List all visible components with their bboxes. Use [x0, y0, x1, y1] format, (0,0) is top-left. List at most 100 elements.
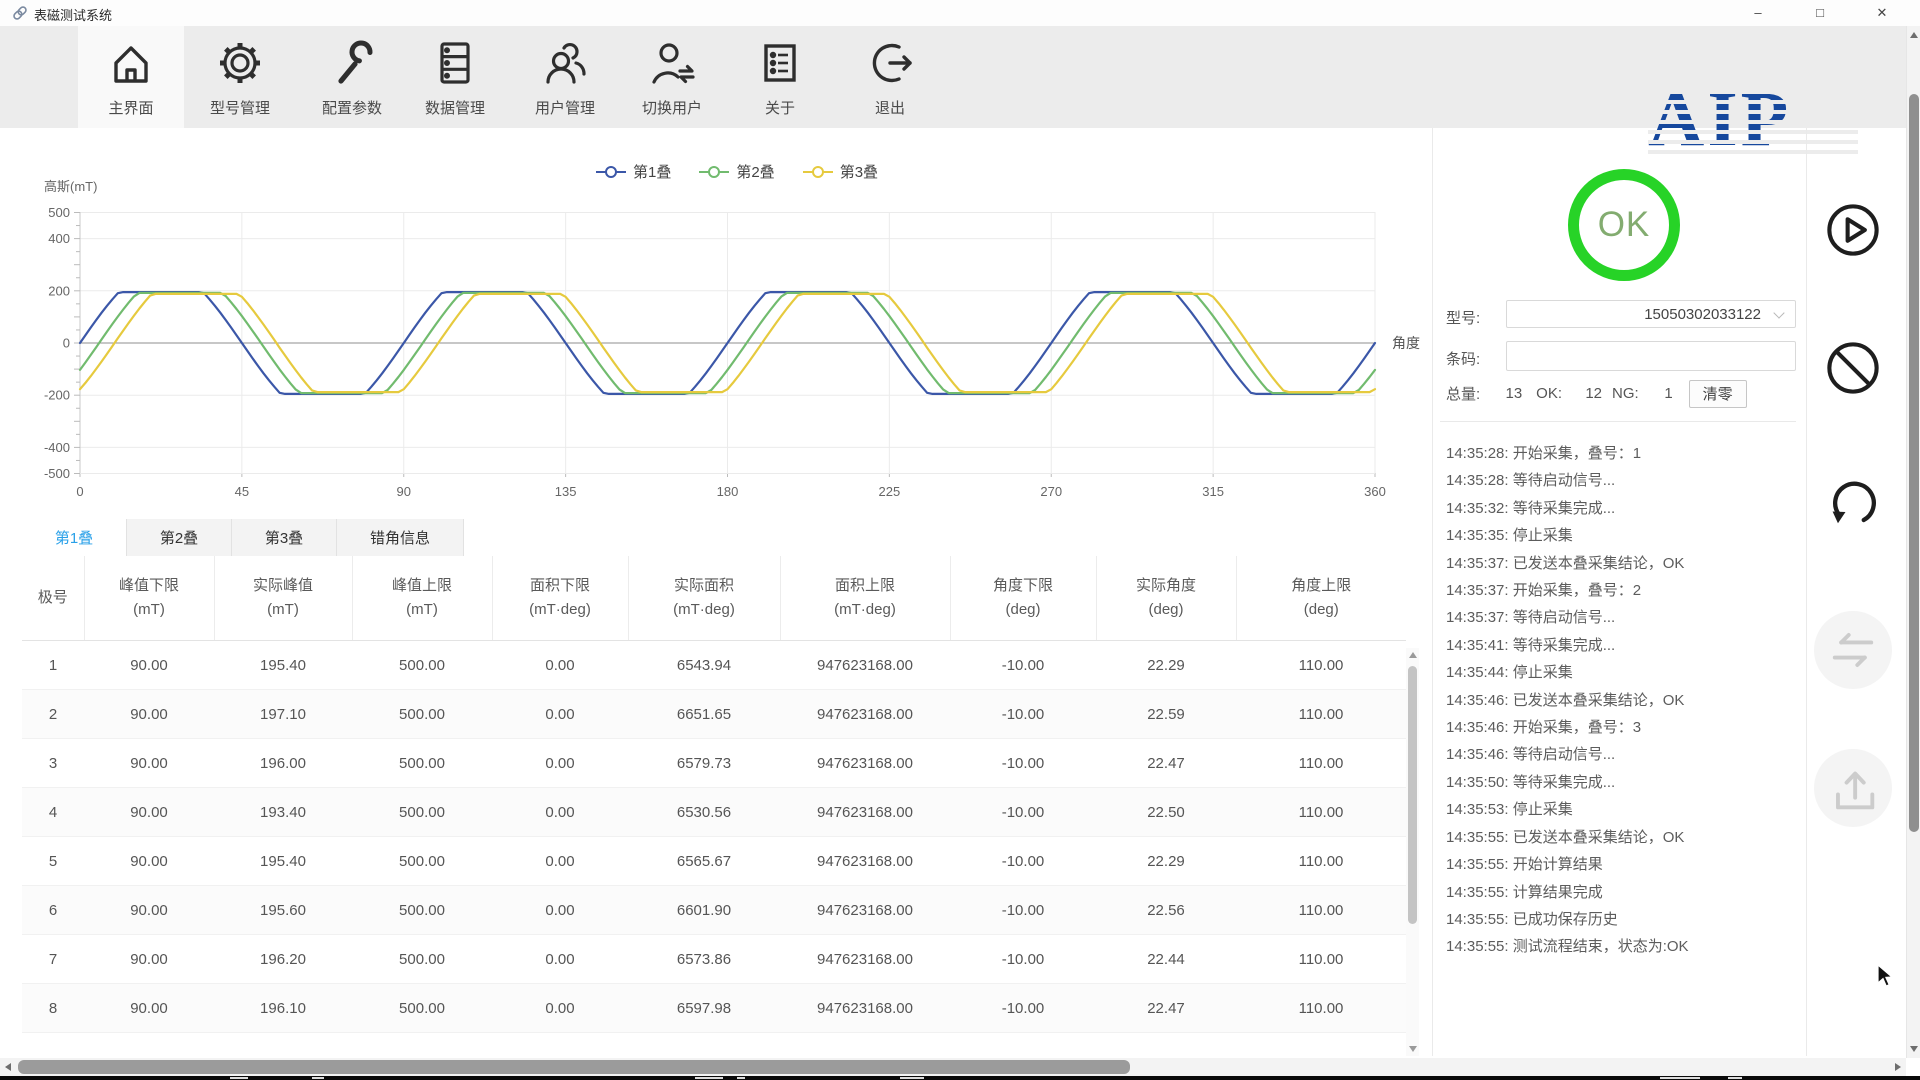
- table-row[interactable]: 5 90.00 195.40 500.00 0.00 6565.67 947623168.0…: [22, 836, 1406, 886]
- table-row[interactable]: 7 90.00 196.20 500.00 0.00 6573.86 947623168.0…: [22, 934, 1406, 984]
- vertical-scrollbar-thumb[interactable]: [1909, 94, 1919, 832]
- svg-text:90: 90: [397, 484, 411, 499]
- switch-user-icon: [652, 43, 695, 84]
- clear-button[interactable]: 清零: [1688, 379, 1747, 408]
- table-cell: 195.40: [214, 836, 352, 886]
- chevron-down-icon: [1773, 307, 1785, 319]
- sync-button[interactable]: [1814, 611, 1892, 689]
- toolbar-item-config-params[interactable]: 配置参数: [299, 26, 405, 128]
- tab-stack3[interactable]: 第3叠: [232, 519, 337, 556]
- status-ring: OK: [1568, 169, 1680, 281]
- table-row[interactable]: 6 90.00 195.60 500.00 0.00 6601.90 947623168.0…: [22, 885, 1406, 935]
- minimize-button[interactable]: –: [1740, 0, 1776, 26]
- toolbar-item-data-management[interactable]: 数据管理: [402, 26, 508, 128]
- table-cell: 110.00: [1236, 934, 1406, 984]
- table-cell: 90.00: [84, 689, 214, 739]
- log-entry: 14:35:46: 已发送本叠采集结论，OK: [1446, 691, 1685, 709]
- stop-test-button[interactable]: [1814, 329, 1892, 407]
- col-header-area-low: 面积下限 (mT·deg): [491, 556, 628, 641]
- scroll-up-icon[interactable]: [1910, 32, 1918, 38]
- col-header-peak-high: 峰值上限 (mT): [351, 556, 492, 641]
- table-cell: 90.00: [84, 885, 214, 935]
- log-entry: 14:35:53: 停止采集: [1446, 801, 1573, 819]
- toolbar-item-switch-user[interactable]: 切换用户: [619, 26, 725, 128]
- upload-button[interactable]: [1814, 749, 1892, 827]
- horizontal-scrollbar-thumb[interactable]: [18, 1060, 1130, 1074]
- svg-text:315: 315: [1202, 484, 1224, 499]
- table-cell: -10.00: [950, 787, 1096, 837]
- play-icon: [1827, 204, 1879, 256]
- wrench-icon: [338, 40, 373, 84]
- scroll-down-icon[interactable]: [1409, 1046, 1417, 1052]
- model-label: 型号:: [1446, 310, 1481, 327]
- table-scrollbar[interactable]: [1406, 648, 1419, 1056]
- table-row[interactable]: 3 90.00 196.00 500.00 0.00 6579.73 947623168.0…: [22, 738, 1406, 788]
- window-vertical-scrollbar[interactable]: [1906, 26, 1920, 1058]
- toolbar-item-about[interactable]: 关于: [727, 26, 833, 128]
- table-cell: 0.00: [492, 640, 628, 690]
- legend-item-stack1[interactable]: 第1叠: [596, 161, 671, 182]
- col-header-angle-low: 角度下限 (deg): [949, 556, 1096, 641]
- table-cell: 22.56: [1096, 885, 1236, 935]
- toolbar-item-model-management[interactable]: 型号管理: [187, 26, 293, 128]
- toolbar-item-exit[interactable]: 退出: [837, 26, 943, 128]
- col-header-peak-low: 峰值下限 (mT): [83, 556, 214, 641]
- gear-icon: [220, 43, 260, 83]
- toolbar-label: 关于: [764, 100, 795, 117]
- counters-row: 总量: 13 OK: 12 NG: 1 清零: [1446, 379, 1798, 408]
- col-header-area-actual: 实际面积 (mT·deg): [627, 556, 780, 641]
- scroll-right-icon[interactable]: [1895, 1063, 1901, 1071]
- title-bar: 表磁测试系统 – □ ✕: [0, 0, 1920, 26]
- legend-marker: [699, 165, 730, 178]
- svg-text:0: 0: [76, 484, 83, 499]
- model-select[interactable]: 15050302033122: [1506, 300, 1796, 328]
- toolbar-label: 型号管理: [209, 100, 270, 117]
- table-row[interactable]: 4 90.00 193.40 500.00 0.00 6530.56 947623168.0…: [22, 787, 1406, 837]
- tab-stack2[interactable]: 第2叠: [127, 519, 232, 556]
- window-horizontal-scrollbar[interactable]: [0, 1058, 1906, 1076]
- table-cell: -10.00: [950, 689, 1096, 739]
- scroll-up-icon[interactable]: [1409, 652, 1417, 658]
- table-scrollbar-thumb[interactable]: [1408, 666, 1417, 924]
- table-row[interactable]: 8 90.00 196.10 500.00 0.00 6597.98 947623168.0…: [22, 983, 1406, 1033]
- table-cell: 90.00: [84, 640, 214, 690]
- table-row[interactable]: 1 90.00 195.40 500.00 0.00 6543.94 947623168.0…: [22, 640, 1406, 690]
- barcode-label: 条码:: [1446, 351, 1481, 368]
- toolbar-item-user-management[interactable]: 用户管理: [512, 26, 618, 128]
- table-cell: 6579.73: [628, 738, 780, 788]
- tab-angle-error[interactable]: 错角信息: [337, 519, 464, 556]
- home-icon: [114, 46, 148, 83]
- log-entry: 14:35:37: 已发送本叠采集结论，OK: [1446, 554, 1685, 572]
- panel-divider: [1432, 128, 1433, 1056]
- table-cell: -10.00: [950, 640, 1096, 690]
- table-row[interactable]: 2 90.00 197.10 500.00 0.00 6651.65 947623168.0…: [22, 689, 1406, 739]
- log-entry: 14:35:46: 开始采集，叠号：3: [1446, 719, 1642, 737]
- table-cell: 947623168.00: [780, 689, 950, 739]
- log-entry: 14:35:37: 开始采集，叠号：2: [1446, 582, 1642, 600]
- close-button[interactable]: ✕: [1864, 0, 1900, 26]
- table-cell: 500.00: [352, 787, 492, 837]
- legend-label: 第3叠: [839, 164, 879, 181]
- scroll-down-icon[interactable]: [1910, 1046, 1918, 1052]
- svg-text:-400: -400: [44, 440, 70, 455]
- table-cell: 22.29: [1096, 640, 1236, 690]
- maximize-button[interactable]: □: [1802, 0, 1838, 26]
- table-cell: 6530.56: [628, 787, 780, 837]
- barcode-input[interactable]: [1506, 341, 1796, 371]
- table-cell: 196.00: [214, 738, 352, 788]
- start-test-button[interactable]: [1814, 191, 1892, 269]
- restart-button[interactable]: [1814, 466, 1892, 544]
- main-toolbar: 主界面 型号管理 配置参数 数据管理 用户管理 切换用户 关于 退出 AIP: [0, 26, 1920, 158]
- svg-text:400: 400: [48, 231, 70, 246]
- tab-stack1[interactable]: 第1叠: [22, 519, 127, 556]
- toolbar-item-home[interactable]: 主界面: [78, 26, 184, 128]
- table-cell: 0.00: [492, 787, 628, 837]
- legend-label: 第2叠: [736, 164, 775, 181]
- legend-item-stack2[interactable]: 第2叠: [699, 161, 775, 182]
- table-cell: 195.60: [214, 885, 352, 935]
- log-panel: 14:35:28: 开始采集，叠号：1 14:35:28: 等待启动信号... 14…: [1446, 440, 1798, 985]
- table-cell: 500.00: [352, 689, 492, 739]
- scroll-left-icon[interactable]: [5, 1063, 11, 1071]
- legend-item-stack3[interactable]: 第3叠: [802, 161, 879, 182]
- svg-text:0: 0: [63, 336, 70, 351]
